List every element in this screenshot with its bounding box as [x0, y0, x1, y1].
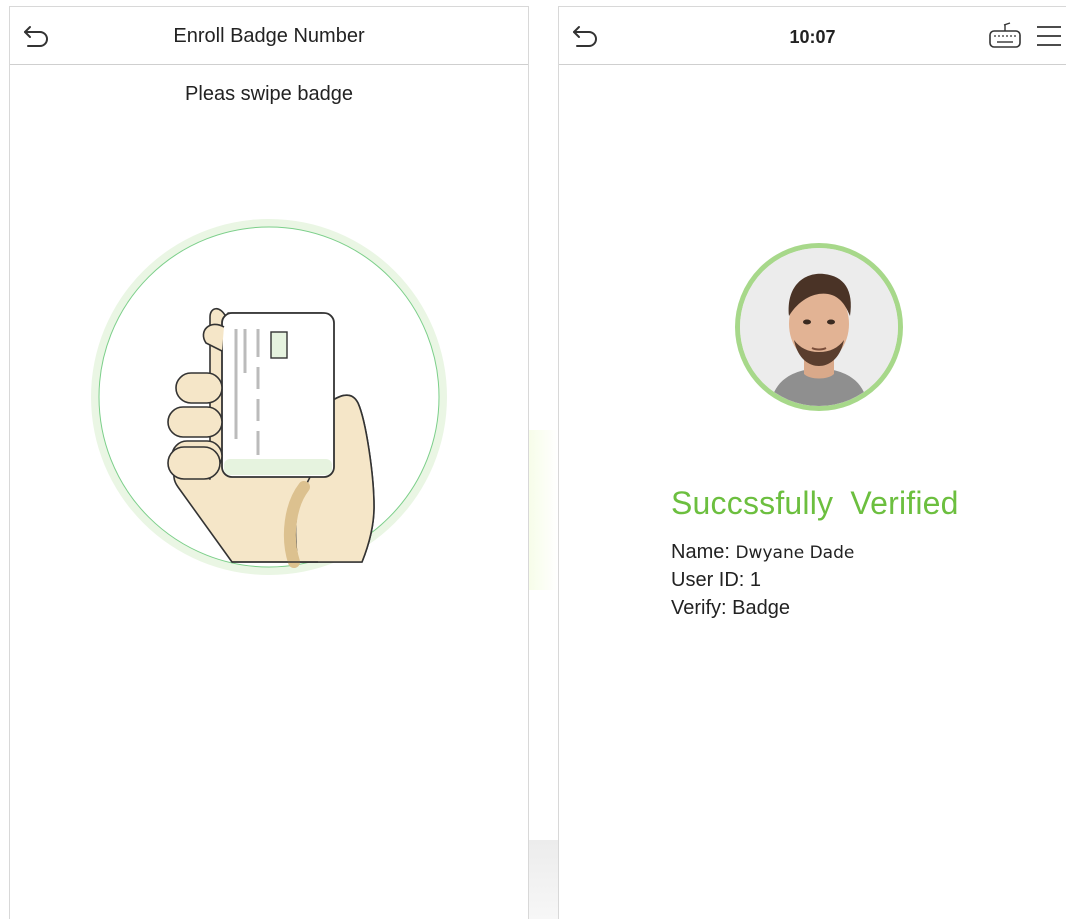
hand-holding-card-icon — [91, 219, 447, 575]
enroll-badge-screen: Enroll Badge Number Pleas swipe badge — [9, 6, 529, 919]
verify-value: Badge — [732, 597, 790, 619]
user-avatar — [735, 243, 903, 411]
top-bar: Enroll Badge Number — [10, 7, 528, 65]
verify-method-line: Verify: Badge — [671, 597, 790, 620]
hamburger-menu-icon — [1037, 26, 1061, 46]
user-id-label: User ID: — [671, 569, 750, 591]
swipe-prompt: Pleas swipe badge — [185, 83, 353, 105]
background-strip — [529, 430, 558, 590]
verify-label: Verify: — [671, 597, 733, 619]
keyboard-button[interactable] — [988, 21, 1022, 51]
keyboard-icon — [989, 22, 1021, 48]
menu-button[interactable] — [1035, 23, 1063, 49]
verification-status: Succssfully Verified — [671, 485, 959, 521]
name-label: Name: — [671, 541, 736, 563]
name-value: Dwyane Dade — [735, 543, 855, 563]
user-id-value: 1 — [749, 569, 762, 591]
page-title: Enroll Badge Number — [173, 25, 365, 47]
top-bar: 10:07 — [559, 7, 1066, 65]
verification-screen: 10:07 Succssfully Verified Name: Dwyane … — [558, 6, 1066, 919]
user-photo-icon — [740, 248, 898, 406]
background-strip — [529, 840, 558, 919]
user-name-line: Name: Dwyane Dade — [671, 541, 854, 564]
user-id-line: User ID: 1 — [671, 569, 761, 592]
